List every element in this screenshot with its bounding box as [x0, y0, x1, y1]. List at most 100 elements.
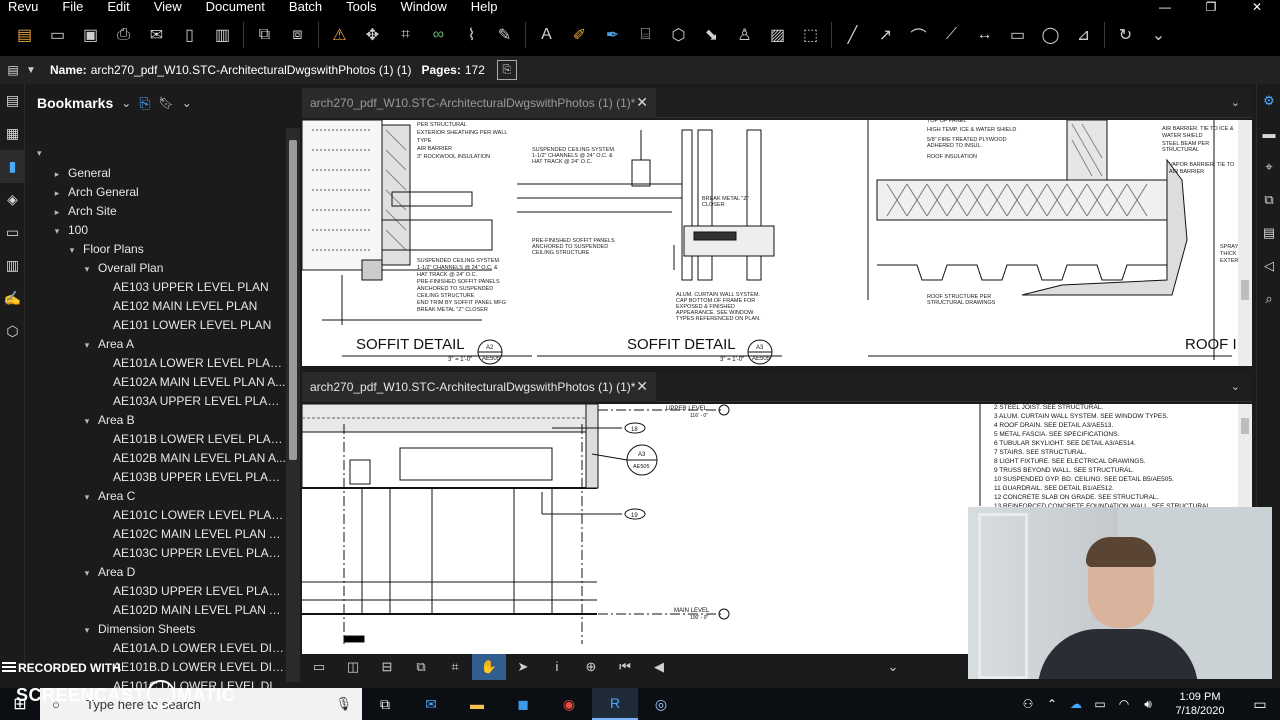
bookmark-item[interactable]: ▾ Area B — [26, 411, 286, 430]
save-as-icon[interactable]: ▥ — [206, 20, 239, 50]
document-icon[interactable]: ▤ — [0, 63, 26, 77]
stamp-icon[interactable]: ⌸ — [629, 20, 662, 50]
layers-icon[interactable]: ◈ — [0, 183, 25, 216]
document-properties-icon[interactable]: ⎘ — [496, 60, 517, 80]
text-icon[interactable]: A — [530, 20, 563, 50]
expand-toggle-icon[interactable]: ▸ — [50, 165, 64, 183]
task-view-icon[interactable]: ⧉ — [362, 688, 408, 720]
toolbar-more-icon[interactable]: ⌄ — [1142, 20, 1175, 50]
menu-batch[interactable]: Batch — [279, 0, 336, 14]
zoom-icon[interactable]: ⊕ — [574, 654, 608, 680]
search-icon[interactable]: ⌕ — [1257, 282, 1280, 315]
menu-window[interactable]: Window — [391, 0, 461, 14]
scrollbar-thumb[interactable] — [289, 140, 297, 460]
chevron-down-icon[interactable]: ⌄ — [1231, 380, 1240, 393]
open-icon[interactable]: ▭ — [41, 20, 74, 50]
close-window-button[interactable]: ✕ — [1234, 0, 1280, 14]
arc-icon[interactable]: ⌒ — [902, 20, 935, 50]
markups-list-icon[interactable]: ▥ — [0, 249, 25, 282]
split-vertical-icon[interactable]: ◫ — [336, 654, 370, 680]
properties-icon[interactable]: ⚙ — [1257, 84, 1280, 117]
signatures-icon[interactable]: ✍ — [0, 282, 25, 315]
menu-revu[interactable]: Revu — [0, 0, 52, 14]
mail-icon[interactable]: ✉ — [408, 688, 454, 720]
bookmark-item[interactable]: ▾ 100 — [26, 221, 286, 240]
bookmark-item[interactable]: AE101C LOWER LEVEL PLAN ... — [26, 506, 286, 525]
callout-icon[interactable]: ⬊ — [695, 20, 728, 50]
expand-toggle-icon[interactable]: ▾ — [80, 412, 94, 430]
bookmarks-scrollbar[interactable] — [286, 128, 300, 682]
menu-file[interactable]: File — [52, 0, 97, 14]
add-bookmark-icon[interactable]: ⎘ — [139, 95, 150, 112]
location-icon[interactable]: ⌖ — [1257, 150, 1280, 183]
markup-icon[interactable]: ♙ — [728, 20, 761, 50]
bookmark-item[interactable]: AE101A.D LOWER LEVEL DIM... — [26, 639, 286, 658]
wifi-icon[interactable]: ◠ — [1112, 697, 1136, 711]
file-access-icon[interactable]: ▤ — [0, 84, 25, 117]
highlight-icon[interactable]: ✐ — [563, 20, 596, 50]
chevron-up-icon[interactable]: ⌃ — [1040, 697, 1064, 711]
bookmark-item[interactable]: ▾ Area C — [26, 487, 286, 506]
snapshot-icon[interactable]: ⌗ — [438, 654, 472, 680]
network-icon[interactable]: ▭ — [1088, 697, 1112, 711]
bookmark-item[interactable]: AE103A UPPER LEVEL PLAN ... — [26, 392, 286, 411]
sets-icon[interactable]: ▤ — [1257, 216, 1280, 249]
bookmark-item[interactable]: AE102D MAIN LEVEL PLAN A... — [26, 601, 286, 620]
first-page-icon[interactable]: ⏮ — [608, 654, 642, 680]
chrome-icon[interactable]: ◉ — [546, 688, 592, 720]
bookmark-item[interactable]: AE102 MAIN LEVEL PLAN — [26, 297, 286, 316]
microphone-icon[interactable]: 🎙︎ — [335, 696, 352, 712]
select-icon[interactable]: ⬚ — [794, 20, 827, 50]
bookmark-item[interactable]: ▸ Arch General — [26, 183, 286, 202]
image-icon[interactable]: ▨ — [761, 20, 794, 50]
sync-icon[interactable]: ⧉ — [404, 654, 438, 680]
split-horizontal-icon[interactable]: ⊟ — [370, 654, 404, 680]
onedrive-icon[interactable]: ☁ — [1064, 697, 1088, 711]
expand-toggle-icon[interactable]: ▾ — [80, 488, 94, 506]
chevron-down-icon[interactable]: ▼ — [26, 65, 44, 76]
studio-icon[interactable]: ⬡ — [0, 315, 25, 348]
chevron-down-icon[interactable]: ⌄ — [876, 654, 910, 680]
print-icon[interactable]: ⎙ — [107, 20, 140, 50]
menu-edit[interactable]: Edit — [97, 0, 143, 14]
bookmarks-icon[interactable]: ▮ — [0, 150, 25, 183]
expand-toggle-icon[interactable]: ▾ — [50, 222, 64, 240]
select-text-icon[interactable]: Ꭵ — [540, 654, 574, 680]
single-view-icon[interactable]: ▭ — [302, 654, 336, 680]
links-icon[interactable]: ⧉ — [1257, 183, 1280, 216]
cursor-icon[interactable]: ✥ — [356, 20, 389, 50]
bookmark-item[interactable]: AE102C MAIN LEVEL PLAN A... — [26, 525, 286, 544]
compare-icon[interactable]: ⧈ — [281, 20, 314, 50]
expand-toggle-icon[interactable]: ▸ — [50, 203, 64, 221]
top-view-scrollbar[interactable] — [1238, 120, 1252, 366]
bookmark-item[interactable]: AE101B LOWER LEVEL PLAN ... — [26, 430, 286, 449]
attach-icon[interactable]: ⌇ — [455, 20, 488, 50]
bookmark-item[interactable]: ▾ Overall Plan — [26, 259, 286, 278]
notifications-icon[interactable]: ▭ — [1240, 696, 1280, 713]
chevron-down-icon[interactable]: ⌄ — [1231, 96, 1240, 109]
bottom-view-scrollbar[interactable] — [1238, 404, 1252, 508]
expand-toggle-icon[interactable]: ▾ — [80, 564, 94, 582]
toolbox-icon[interactable]: ▭ — [0, 216, 25, 249]
expand-toggle-icon[interactable]: ▾ — [80, 621, 94, 639]
scrollbar-thumb[interactable] — [1241, 418, 1249, 434]
bookmark-item[interactable]: AE102A MAIN LEVEL PLAN A... — [26, 373, 286, 392]
crop-icon[interactable]: ⌗ — [389, 20, 422, 50]
measurements-icon[interactable]: ▬ — [1257, 117, 1280, 150]
rectangle-icon[interactable]: ▭ — [1001, 20, 1034, 50]
chevron-down-icon[interactable]: ⌄ — [182, 96, 192, 110]
pen-icon[interactable]: ✒ — [596, 20, 629, 50]
bookmark-item[interactable]: AE101 LOWER LEVEL PLAN — [26, 316, 286, 335]
menu-help[interactable]: Help — [461, 0, 512, 14]
email-icon[interactable]: ✉ — [140, 20, 173, 50]
pages-icon[interactable]: ⧉ — [248, 20, 281, 50]
eraser-icon[interactable]: ✎ — [488, 20, 521, 50]
close-tab-icon[interactable]: ✕ — [636, 378, 648, 395]
bookmark-item[interactable]: AE103D UPPER LEVEL PLAN ... — [26, 582, 286, 601]
ellipse-icon[interactable]: ◯ — [1034, 20, 1067, 50]
bookmark-item[interactable]: AE103B UPPER LEVEL PLAN ... — [26, 468, 286, 487]
maximize-button[interactable]: ❐ — [1188, 0, 1234, 14]
volume-icon[interactable]: 🔊︎ — [1136, 697, 1160, 712]
menu-tools[interactable]: Tools — [336, 0, 390, 14]
arrow-icon[interactable]: ↗ — [869, 20, 902, 50]
